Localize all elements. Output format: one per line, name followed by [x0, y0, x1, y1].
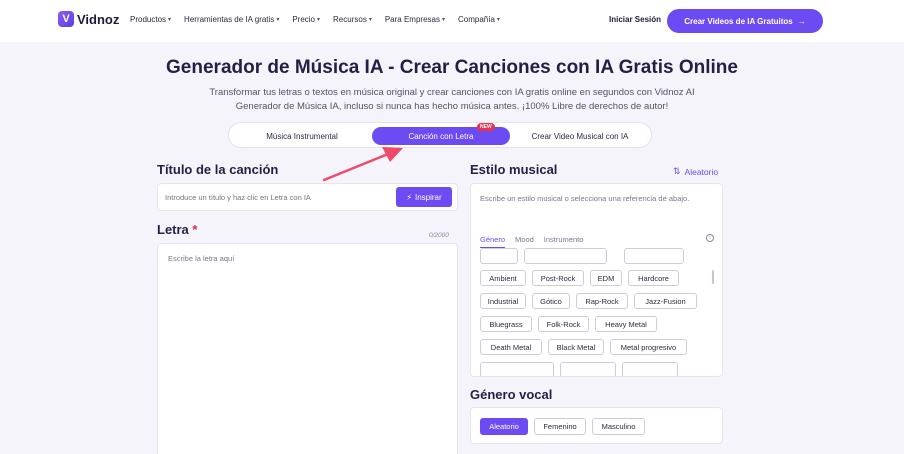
mode-tab-bar: Música Instrumental Canción con Letra Cr…: [228, 122, 652, 148]
nav-item-herramientas[interactable]: Herramientas de IA gratis ▾: [184, 15, 279, 24]
nav-item-precio[interactable]: Precio ▾: [292, 15, 320, 24]
vocal-gender-panel: Aleatorio Femenino Masculino: [470, 407, 723, 444]
nav-label: Recursos: [333, 15, 367, 24]
lyrics-char-counter: 0/2000: [429, 232, 449, 239]
genre-chip[interactable]: Gótico: [532, 293, 570, 309]
genre-chip[interactable]: Heavy Metal: [595, 316, 657, 332]
brand-logo[interactable]: V Vidnoz: [58, 11, 119, 27]
genre-chip[interactable]: Rap-Rock: [576, 293, 628, 309]
cta-label: Crear Videos de IA Gratuitos: [684, 16, 793, 26]
login-link[interactable]: Iniciar Sesión: [609, 15, 661, 24]
lightning-icon: ⚡︎: [406, 192, 412, 202]
music-style-panel: Escribe un estilo musical o selecciona u…: [470, 183, 723, 377]
genre-chip[interactable]: Jazz-Fusion: [634, 293, 697, 309]
required-mark: *: [192, 222, 198, 237]
nav-label: Para Empresas: [384, 15, 440, 24]
song-title-heading: Título de la canción: [157, 162, 279, 177]
random-label: Aleatorio: [684, 166, 719, 177]
nav-item-recursos[interactable]: Recursos ▾: [333, 15, 372, 24]
logo-icon: V: [58, 11, 74, 27]
nav-item-productos[interactable]: Productos ▾: [130, 15, 171, 24]
genre-chip-hidden[interactable]: [480, 248, 518, 264]
genre-chip[interactable]: Post-Rock: [532, 270, 584, 286]
style-subtabs: Género Mood Instrumento: [480, 235, 593, 248]
genre-chip[interactable]: Ambient: [480, 270, 526, 286]
song-title-input[interactable]: [165, 193, 385, 202]
music-style-heading: Estilo musical: [470, 162, 558, 177]
random-style-button[interactable]: ⇅ Aleatorio: [673, 166, 718, 177]
genre-chip[interactable]: Hardcore: [628, 270, 679, 286]
genre-chip[interactable]: Death Metal: [480, 339, 542, 355]
tab-genero[interactable]: Género: [480, 235, 506, 248]
tab-instrumento[interactable]: Instrumento: [544, 235, 584, 248]
genre-chip[interactable]: Folk-Rock: [538, 316, 589, 332]
nav-label: Herramientas de IA gratis: [184, 15, 275, 24]
genre-chip[interactable]: Metal progresivo: [610, 339, 687, 355]
nav-label: Compañía: [458, 15, 495, 24]
genre-chip[interactable]: EDM: [590, 270, 622, 286]
nav-item-para-empresas[interactable]: Para Empresas ▾: [385, 15, 445, 24]
vocal-option-femenino[interactable]: Femenino: [534, 418, 586, 435]
create-videos-button[interactable]: Crear Videos de IA Gratuitos →: [667, 9, 823, 33]
chevron-down-icon: ▾: [496, 17, 500, 23]
chevron-down-icon: ▾: [276, 17, 280, 23]
chevron-down-icon: ▾: [368, 17, 372, 23]
lyrics-label: Letra: [157, 222, 189, 237]
chevron-down-icon: ▾: [317, 17, 321, 23]
genre-chip-hidden[interactable]: [622, 362, 678, 376]
annotation-arrow-icon: [322, 147, 403, 182]
nav-label: Precio: [292, 15, 316, 24]
chevron-down-icon: ▾: [168, 17, 172, 23]
tab-crear-video-musical[interactable]: Crear Video Musical con IA: [513, 127, 647, 145]
vocal-option-masculino[interactable]: Masculino: [592, 418, 645, 435]
tab-mood[interactable]: Mood: [515, 235, 534, 248]
genre-chip-hidden[interactable]: [524, 248, 607, 264]
genre-chip-hidden[interactable]: [480, 362, 554, 376]
lyrics-heading: Letra *: [157, 222, 197, 237]
chevron-down-icon: ▾: [441, 17, 445, 23]
shuffle-icon: ⇅: [673, 166, 681, 176]
vocal-gender-heading: Género vocal: [470, 387, 553, 402]
main-nav: Productos ▾ Herramientas de IA gratis ▾ Pr…: [130, 15, 513, 24]
style-input-placeholder[interactable]: Escribe un estilo musical o selecciona u…: [480, 194, 689, 203]
genre-chip[interactable]: Bluegrass: [480, 316, 532, 332]
genre-chip-hidden[interactable]: [624, 248, 684, 264]
page-subtitle: Transformar tus letras o textos en músic…: [209, 87, 695, 112]
inspirar-button[interactable]: ⚡︎ Inspirar: [396, 187, 452, 207]
genre-chip-hidden[interactable]: [560, 362, 616, 376]
lyrics-textarea[interactable]: Escribe la letra aquí: [157, 243, 458, 454]
inspirar-label: Inspirar: [414, 192, 442, 202]
lyrics-placeholder: Escribe la letra aquí: [168, 254, 235, 263]
vocal-option-aleatorio[interactable]: Aleatorio: [480, 418, 528, 435]
top-navigation-bar: V Vidnoz Productos ▾ Herramientas de IA g…: [0, 0, 904, 42]
page-title: Generador de Música IA - Crear Canciones…: [166, 57, 738, 78]
info-icon[interactable]: i: [706, 234, 714, 242]
genre-scrollbar[interactable]: [712, 270, 714, 284]
brand-name: Vidnoz: [77, 11, 120, 27]
nav-label: Productos: [130, 15, 167, 24]
new-badge: NEW: [477, 123, 495, 131]
nav-item-compania[interactable]: Compañía ▾: [458, 15, 500, 24]
genre-chip[interactable]: Black Metal: [548, 339, 604, 355]
genre-chip[interactable]: Industrial: [480, 293, 526, 309]
arrow-right-icon: →: [797, 16, 806, 26]
